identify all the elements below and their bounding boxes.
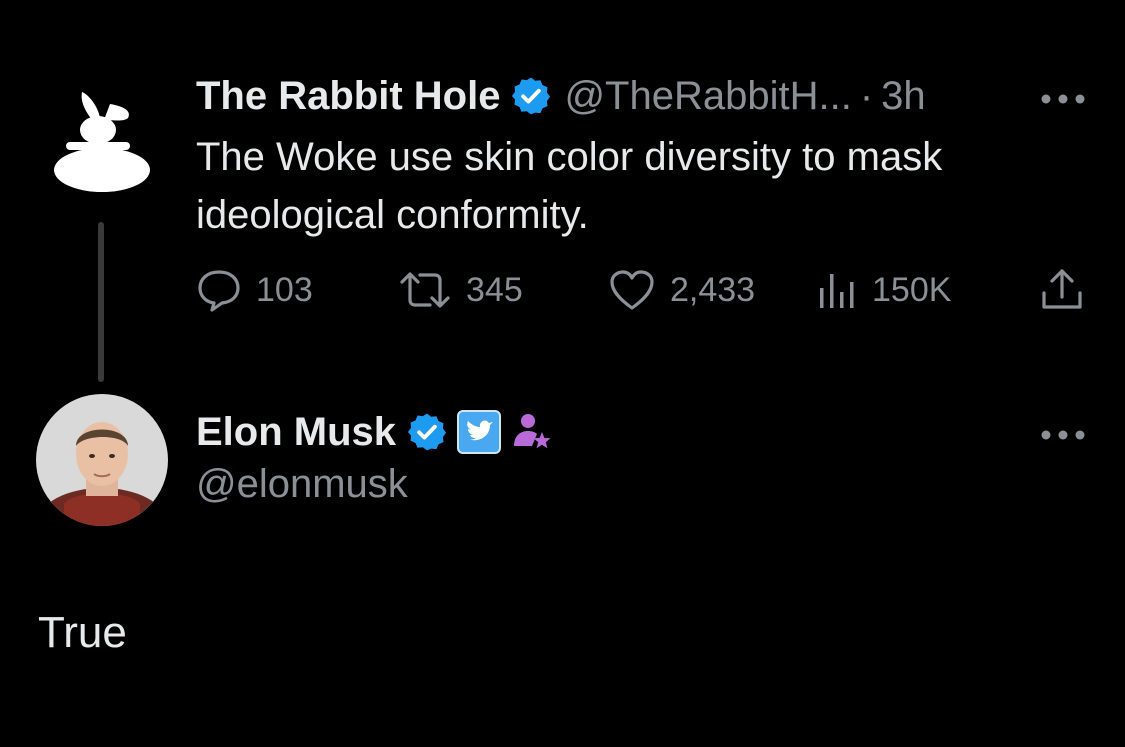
- thread-connector-line: [98, 222, 104, 382]
- reply-action[interactable]: 103: [196, 266, 313, 314]
- retweet-icon: [398, 268, 452, 312]
- reply-header: Elon Musk: [196, 406, 552, 458]
- verified-badge-icon: [406, 411, 448, 453]
- share-action[interactable]: [1040, 266, 1084, 314]
- parent-author-handle[interactable]: @TheRabbitH...: [564, 74, 851, 119]
- reply-author-handle[interactable]: @elonmusk: [196, 462, 408, 507]
- reply-author-name[interactable]: Elon Musk: [196, 410, 396, 455]
- heart-icon: [608, 268, 656, 312]
- affiliate-person-icon: [512, 412, 552, 452]
- reply-count: 103: [256, 270, 313, 309]
- views-chart-icon: [816, 268, 858, 312]
- parent-tweet-header: The Rabbit Hole @TheRabbitH... · 3h: [196, 70, 926, 122]
- avatar[interactable]: [36, 394, 168, 526]
- views-count: 150K: [872, 270, 952, 309]
- reply-tweet-text: True: [38, 608, 127, 657]
- tweet-timestamp[interactable]: 3h: [881, 74, 926, 119]
- like-count: 2,433: [670, 270, 756, 309]
- twitter-badge-icon: [456, 409, 502, 455]
- verified-badge-icon: [510, 75, 552, 117]
- views-action[interactable]: 150K: [816, 266, 951, 314]
- like-action[interactable]: 2,433: [608, 266, 755, 314]
- reply-icon: [196, 268, 242, 312]
- more-options-icon[interactable]: [1040, 92, 1086, 104]
- share-icon: [1040, 267, 1084, 313]
- parent-tweet-text: The Woke use skin color diversity to mas…: [196, 135, 943, 237]
- parent-author-name[interactable]: The Rabbit Hole: [196, 74, 500, 119]
- retweet-count: 345: [466, 270, 523, 309]
- separator-dot: ·: [859, 73, 874, 118]
- retweet-action[interactable]: 345: [398, 266, 523, 314]
- rabbit-logo-icon[interactable]: [52, 84, 152, 194]
- more-options-icon[interactable]: [1040, 428, 1086, 440]
